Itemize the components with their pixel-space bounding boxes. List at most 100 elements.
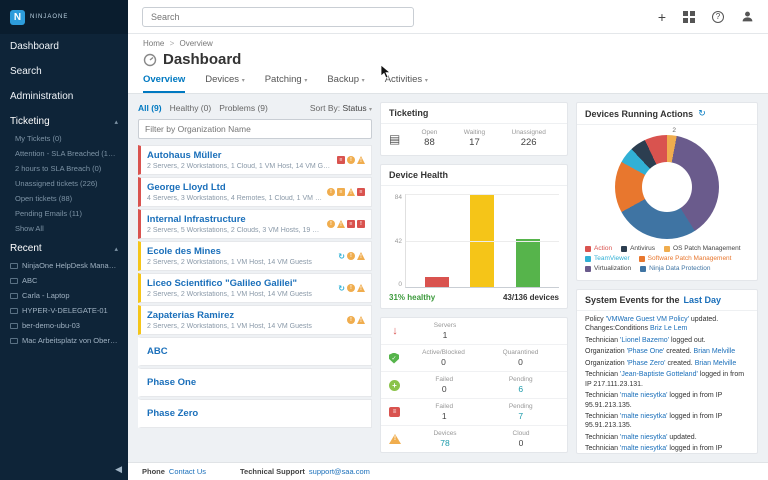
org-info: ABC bbox=[147, 342, 361, 361]
org-info: Internal Infrastructure2 Servers, 5 Work… bbox=[147, 214, 323, 234]
health-stat-value[interactable]: 78 bbox=[407, 438, 483, 448]
org-row[interactable]: Autohaus Müller2 Servers, 2 Workstations… bbox=[138, 145, 372, 175]
event-link[interactable]: Brian Melville bbox=[694, 348, 736, 355]
event-link[interactable]: 'malte niesytka' bbox=[620, 392, 667, 399]
legend-item[interactable]: OS Patch Management bbox=[664, 245, 741, 252]
org-name[interactable]: Phase One bbox=[147, 377, 361, 388]
sidebar-ticketing-item[interactable]: Open tickets (88) bbox=[0, 191, 128, 206]
user-icon[interactable] bbox=[741, 10, 754, 23]
breadcrumb-home[interactable]: Home bbox=[143, 39, 164, 48]
org-row[interactable]: Ecole des Mines2 Servers, 2 Workstations… bbox=[138, 241, 372, 271]
event-link[interactable]: 'Phase Zero' bbox=[627, 360, 666, 367]
org-row[interactable]: Internal Infrastructure2 Servers, 5 Work… bbox=[138, 209, 372, 239]
filter-all[interactable]: All (9) bbox=[138, 103, 162, 113]
health-stat-value[interactable]: 1 bbox=[406, 411, 483, 421]
org-row[interactable]: George Lloyd Ltd4 Servers, 3 Workstation… bbox=[138, 177, 372, 207]
org-name[interactable]: Autohaus Müller bbox=[147, 150, 333, 161]
system-event: Technician 'malte niesytka' logged in fr… bbox=[585, 444, 749, 453]
sidebar-ticketing-item[interactable]: Unassigned tickets (226) bbox=[0, 176, 128, 191]
add-icon[interactable]: + bbox=[658, 10, 666, 24]
help-icon[interactable]: ? bbox=[712, 11, 724, 23]
legend-item[interactable]: Ninja Data Protection bbox=[640, 265, 710, 272]
sidebar-ticketing-item[interactable]: Attention - SLA Breached (124) bbox=[0, 146, 128, 161]
legend-item[interactable]: Antivirus bbox=[621, 245, 655, 252]
org-status-icons: ↻!! bbox=[338, 246, 365, 266]
health-stat-value[interactable]: 0 bbox=[405, 357, 482, 367]
sidebar-recent-item[interactable]: Mac Arbeitsplatz von Obersagen bbox=[0, 333, 128, 348]
legend-item[interactable]: Virtualization bbox=[585, 265, 631, 272]
tab-patching[interactable]: Patching ▾ bbox=[265, 74, 308, 93]
sidebar-recent-item[interactable]: Carla - Laptop bbox=[0, 288, 128, 303]
org-name[interactable]: Ecole des Mines bbox=[147, 246, 334, 257]
refresh-icon[interactable]: ↻ bbox=[698, 108, 706, 119]
event-link[interactable]: 'Phase One' bbox=[627, 348, 665, 355]
sidebar-item-dashboard[interactable]: Dashboard bbox=[0, 34, 128, 59]
org-row[interactable]: Phase Zero bbox=[138, 399, 372, 428]
org-row[interactable]: Phase One bbox=[138, 368, 372, 397]
global-search-input[interactable] bbox=[142, 7, 414, 27]
actions-donut[interactable] bbox=[615, 135, 719, 239]
sidebar-recent-item[interactable]: ber-demo-ubu-03 bbox=[0, 318, 128, 333]
org-filter-input[interactable] bbox=[138, 119, 372, 139]
sidebar-recent-item[interactable]: HYPER-V-DELEGATE-01 bbox=[0, 303, 128, 318]
org-status-icons: !≡!≡ bbox=[327, 182, 365, 202]
org-name[interactable]: Zapaterias Ramirez bbox=[147, 310, 343, 321]
tab-devices[interactable]: Devices ▾ bbox=[205, 74, 244, 93]
health-stat-value[interactable]: 6 bbox=[483, 384, 560, 394]
sidebar-collapse-button[interactable]: ◀ bbox=[115, 464, 122, 475]
filter-problems[interactable]: Problems (9) bbox=[219, 103, 268, 113]
org-row[interactable]: ABC bbox=[138, 337, 372, 366]
last-day-link[interactable]: Last Day bbox=[684, 295, 722, 305]
sidebar-item-search[interactable]: Search bbox=[0, 59, 128, 84]
legend-swatch bbox=[585, 246, 591, 252]
tab-overview[interactable]: Overview bbox=[143, 74, 185, 93]
ticket-stat-unassigned[interactable]: Unassigned 226 bbox=[512, 129, 546, 148]
event-link[interactable]: 'VMWare Guest VM Policy' bbox=[606, 316, 689, 323]
support-email-link[interactable]: support@saa.com bbox=[309, 467, 370, 476]
device-icon bbox=[10, 338, 18, 344]
sidebar-ticketing-item[interactable]: Show All bbox=[0, 221, 128, 236]
sidebar-ticketing-item[interactable]: My Tickets (0) bbox=[0, 131, 128, 146]
sidebar-ticketing-item[interactable]: Pending Emails (11) bbox=[0, 206, 128, 221]
event-link[interactable]: Brian Melville bbox=[695, 360, 737, 367]
sidebar-item-administration[interactable]: Administration bbox=[0, 84, 128, 109]
bar-unhealthy bbox=[425, 277, 449, 287]
contact-us-link[interactable]: Contact Us bbox=[169, 467, 206, 476]
ninjaone-logo[interactable]: N NinjaOne bbox=[0, 0, 128, 34]
health-stat-value[interactable]: 0 bbox=[406, 384, 483, 394]
health-stat-value[interactable]: 7 bbox=[483, 411, 560, 421]
org-name[interactable]: Internal Infrastructure bbox=[147, 214, 323, 225]
health-stat-value[interactable]: 0 bbox=[482, 357, 559, 367]
legend-item[interactable]: Action bbox=[585, 245, 612, 252]
org-row[interactable]: Zapaterias Ramirez 2 Servers, 2 Workstati… bbox=[138, 305, 372, 335]
tab-activities[interactable]: Activities ▾ bbox=[385, 74, 428, 93]
event-link[interactable]: 'malte niesytka' bbox=[620, 434, 667, 441]
sidebar-recent-item[interactable]: ABC bbox=[0, 273, 128, 288]
filter-healthy[interactable]: Healthy (0) bbox=[170, 103, 212, 113]
org-device-summary: 2 Servers, 2 Workstations, 1 VM Host, 14… bbox=[147, 323, 343, 330]
org-name[interactable]: Liceo Scientifico "Galileo Galilei" bbox=[147, 278, 334, 289]
health-stat-value[interactable]: 1 bbox=[407, 330, 483, 340]
org-name[interactable]: ABC bbox=[147, 346, 361, 357]
event-link[interactable]: 'Jean-Baptiste Gotteland' bbox=[620, 371, 698, 378]
org-status-icons: ≡!! bbox=[337, 150, 365, 170]
sort-by-dropdown[interactable]: Sort By: Status ▾ bbox=[310, 103, 372, 113]
ticket-stat-open[interactable]: Open 88 bbox=[422, 129, 438, 148]
org-name[interactable]: George Lloyd Ltd bbox=[147, 182, 323, 193]
event-link[interactable]: 'malte niesytka' bbox=[620, 445, 667, 452]
event-link[interactable]: Briz Le Lem bbox=[650, 325, 687, 332]
tab-backup[interactable]: Backup ▾ bbox=[327, 74, 364, 93]
sidebar-section-ticketing[interactable]: Ticketing ▴ bbox=[0, 109, 128, 131]
sidebar-section-recent[interactable]: Recent ▴ bbox=[0, 236, 128, 258]
health-stat-value[interactable]: 0 bbox=[483, 438, 559, 448]
apps-grid-icon[interactable] bbox=[683, 11, 695, 23]
ticket-stat-waiting[interactable]: Waiting 17 bbox=[464, 129, 485, 148]
legend-item[interactable]: TeamViewer bbox=[585, 255, 630, 262]
org-name[interactable]: Phase Zero bbox=[147, 408, 361, 419]
legend-item[interactable]: Software Patch Management bbox=[639, 255, 732, 262]
event-link[interactable]: 'Lionel Bazemo' bbox=[620, 337, 669, 344]
event-link[interactable]: 'malte niesytka' bbox=[620, 413, 667, 420]
org-row[interactable]: Liceo Scientifico "Galileo Galilei"2 Ser… bbox=[138, 273, 372, 303]
sidebar-recent-item[interactable]: NinjaOne HelpDesk Management bbox=[0, 258, 128, 273]
sidebar-ticketing-item[interactable]: 2 hours to SLA Breach (0) bbox=[0, 161, 128, 176]
